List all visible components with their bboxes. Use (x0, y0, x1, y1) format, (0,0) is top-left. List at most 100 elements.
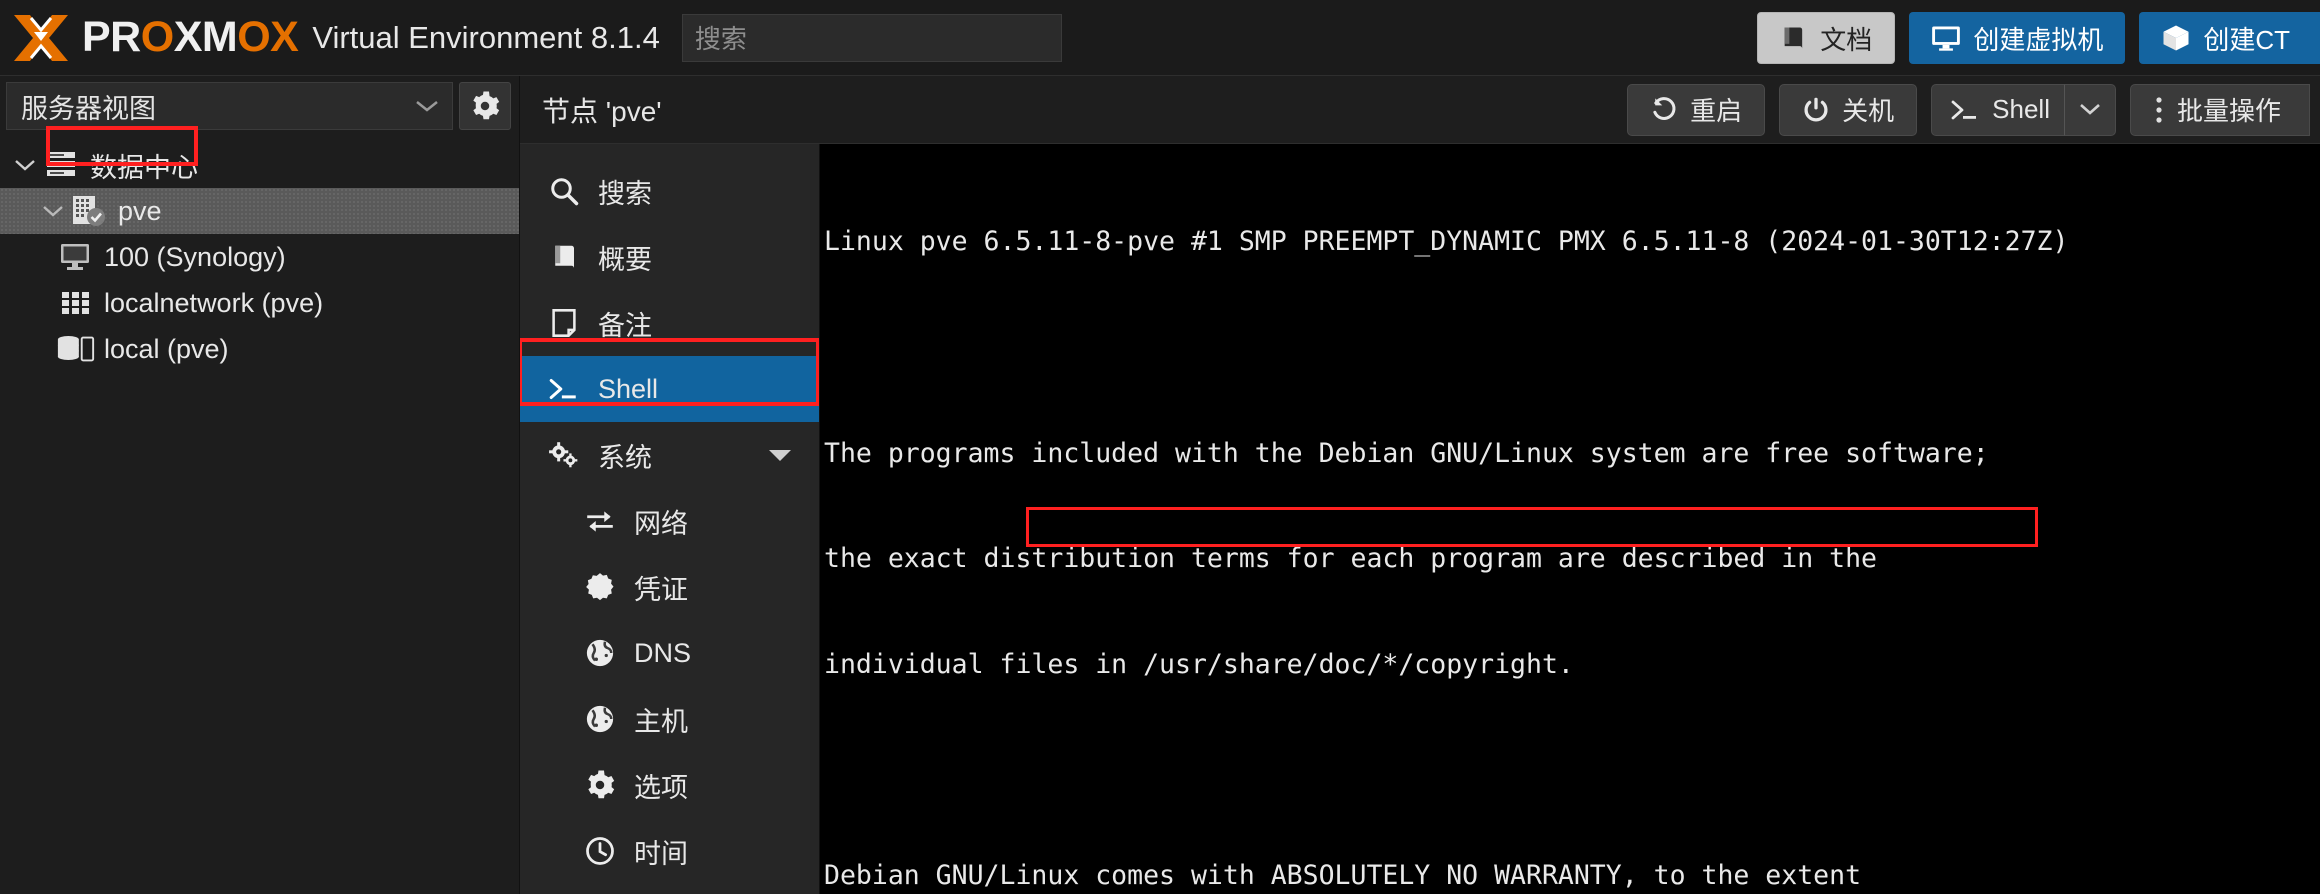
nav-item-summary[interactable]: 概要 (520, 224, 819, 290)
nav-item-system[interactable]: 系统 (520, 422, 819, 488)
restart-button-label: 重启 (1690, 96, 1743, 126)
shell-dropdown-button[interactable] (2063, 83, 2116, 136)
proxmox-x-icon (14, 14, 68, 61)
nav-item-search[interactable]: 搜索 (520, 158, 819, 224)
search-placeholder: 搜索 (694, 24, 747, 54)
clock-icon (578, 836, 622, 866)
chevron-down-icon (2080, 104, 2100, 115)
tree-item-label: localnetwork (pve) (104, 287, 324, 318)
terminal-line: the exact distribution terms for each pr… (824, 543, 1877, 575)
product-name: Virtual Environment 8.1.4 (312, 19, 660, 55)
nav-item-hosts[interactable]: 主机 (520, 686, 819, 752)
content-header: 节点 'pve' 重启 关机 Shell 批量操作 (520, 76, 2320, 144)
nav-item-label: 网络 (634, 508, 688, 539)
tree-item-datacenter[interactable]: 数据中心 (0, 142, 519, 188)
create-ct-button[interactable]: 创建CT (2139, 12, 2320, 64)
view-select-row: 服务器视图 (0, 76, 519, 136)
shell-terminal[interactable]: Linux pve 6.5.11-8-pve #1 SMP PREEMPT_DY… (820, 144, 2320, 894)
docs-button-label: 文档 (1820, 24, 1873, 55)
search-input[interactable]: 搜索 (681, 13, 1062, 62)
page-title: 节点 'pve' (542, 95, 662, 127)
tree-item-label: 数据中心 (90, 152, 198, 183)
nav-item-network[interactable]: 网络 (520, 488, 819, 554)
nav-item-options[interactable]: 选项 (520, 752, 819, 818)
bulk-actions-button[interactable]: 批量操作 (2129, 83, 2310, 136)
tree-item-pve[interactable]: pve (0, 188, 519, 234)
nav-item-certificates[interactable]: 凭证 (520, 554, 819, 620)
tree-item-label: pve (118, 195, 162, 226)
shell-split-button: Shell (1931, 83, 2116, 136)
terminal-icon (1951, 100, 1977, 119)
tree-settings-button[interactable] (459, 82, 511, 130)
nav-item-notes[interactable]: 备注 (520, 290, 819, 356)
gear-icon (473, 91, 500, 120)
docs-button[interactable]: 文档 (1757, 12, 1896, 64)
nav-item-syslog[interactable]: Syslog (520, 884, 819, 894)
shutdown-button[interactable]: 关机 (1779, 83, 1918, 136)
nav-item-label: 概要 (598, 244, 652, 275)
nav-item-time[interactable]: 时间 (520, 818, 819, 884)
power-icon (1804, 97, 1828, 121)
proxmox-logo[interactable]: PROXMOX (10, 12, 299, 64)
nav-item-label: Shell (598, 373, 659, 404)
nav-item-label: 主机 (634, 706, 688, 737)
top-header-bar: PROXMOX Virtual Environment 8.1.4 搜索 文档 (0, 0, 2320, 76)
content-panel: 节点 'pve' 重启 关机 Shell 批量操作 搜索 概要 备注 Shell… (520, 76, 2320, 894)
kebab-icon (2156, 96, 2162, 123)
content-body: 搜索 概要 备注 Shell 系统 网络 凭证 DNS 主机 选项 时间 Lin… (520, 144, 2320, 894)
datacenter-icon (42, 150, 82, 180)
note-icon (542, 308, 586, 338)
nav-item-label: 系统 (598, 442, 652, 473)
proxmox-wordmark: PROXMOX (82, 13, 299, 61)
gears-icon (542, 440, 586, 470)
globe-icon (578, 704, 622, 734)
certificate-icon (578, 572, 622, 602)
tree-item-localnetwork[interactable]: localnetwork (pve) (0, 280, 519, 326)
body-row: 服务器视图 数据中心 pve 100 (Synology) localnetwo… (0, 76, 2320, 894)
tree-item-label: local (pve) (104, 333, 229, 364)
view-mode-label: 服务器视图 (21, 93, 156, 124)
nav-item-label: 备注 (598, 310, 652, 341)
caret-down-icon[interactable] (767, 447, 793, 463)
tree-item-vm-100[interactable]: 100 (Synology) (0, 234, 519, 280)
tree-item-local-storage[interactable]: local (pve) (0, 326, 519, 372)
bulk-actions-button-label: 批量操作 (2176, 96, 2281, 126)
terminal-output: Linux pve 6.5.11-8-pve #1 SMP PREEMPT_DY… (820, 144, 2320, 894)
node-nav-menu: 搜索 概要 备注 Shell 系统 网络 凭证 DNS 主机 选项 时间 (520, 144, 820, 894)
expand-chevron-icon[interactable] (8, 158, 42, 172)
terminal-line: individual files in /usr/share/doc/*/cop… (824, 648, 1574, 680)
nav-item-shell[interactable]: Shell (520, 356, 819, 422)
header-actions: 文档 创建虚拟机 创建CT (1757, 0, 2320, 76)
expand-chevron-icon[interactable] (36, 204, 70, 218)
terminal-line: The programs included with the Debian GN… (824, 437, 1989, 469)
restart-button[interactable]: 重启 (1627, 83, 1766, 136)
nav-item-label: DNS (634, 637, 692, 668)
shutdown-button-label: 关机 (1842, 96, 1895, 126)
nav-item-label: 凭证 (634, 574, 688, 605)
terminal-icon (542, 376, 586, 402)
network-arrows-icon (578, 508, 622, 534)
proxmox-app: PROXMOX Virtual Environment 8.1.4 搜索 文档 (0, 0, 2320, 894)
summary-book-icon (542, 242, 586, 272)
node-icon (70, 194, 110, 228)
vm-icon (56, 242, 96, 272)
monitor-icon (1932, 26, 1961, 51)
shell-button[interactable]: Shell (1931, 83, 2064, 136)
tree-item-label: 100 (Synology) (104, 241, 286, 272)
terminal-line: Linux pve 6.5.11-8-pve #1 SMP PREEMPT_DY… (824, 226, 2069, 258)
server-tree-panel: 服务器视图 数据中心 pve 100 (Synology) localnetwo… (0, 76, 520, 894)
restart-icon (1653, 96, 1676, 120)
network-grid-icon (56, 289, 96, 317)
create-vm-button[interactable]: 创建虚拟机 (1909, 12, 2126, 64)
shell-button-label: Shell (1992, 94, 2050, 124)
resource-tree: 数据中心 pve 100 (Synology) localnetwork (pv… (0, 136, 519, 894)
view-mode-select[interactable]: 服务器视图 (6, 82, 453, 130)
storage-icon (56, 334, 96, 364)
terminal-line: Debian GNU/Linux comes with ABSOLUTELY N… (824, 859, 1862, 891)
cube-icon (2163, 25, 2189, 51)
nav-item-label: 搜索 (598, 178, 652, 209)
globe-icon (578, 638, 622, 668)
nav-item-dns[interactable]: DNS (520, 620, 819, 686)
